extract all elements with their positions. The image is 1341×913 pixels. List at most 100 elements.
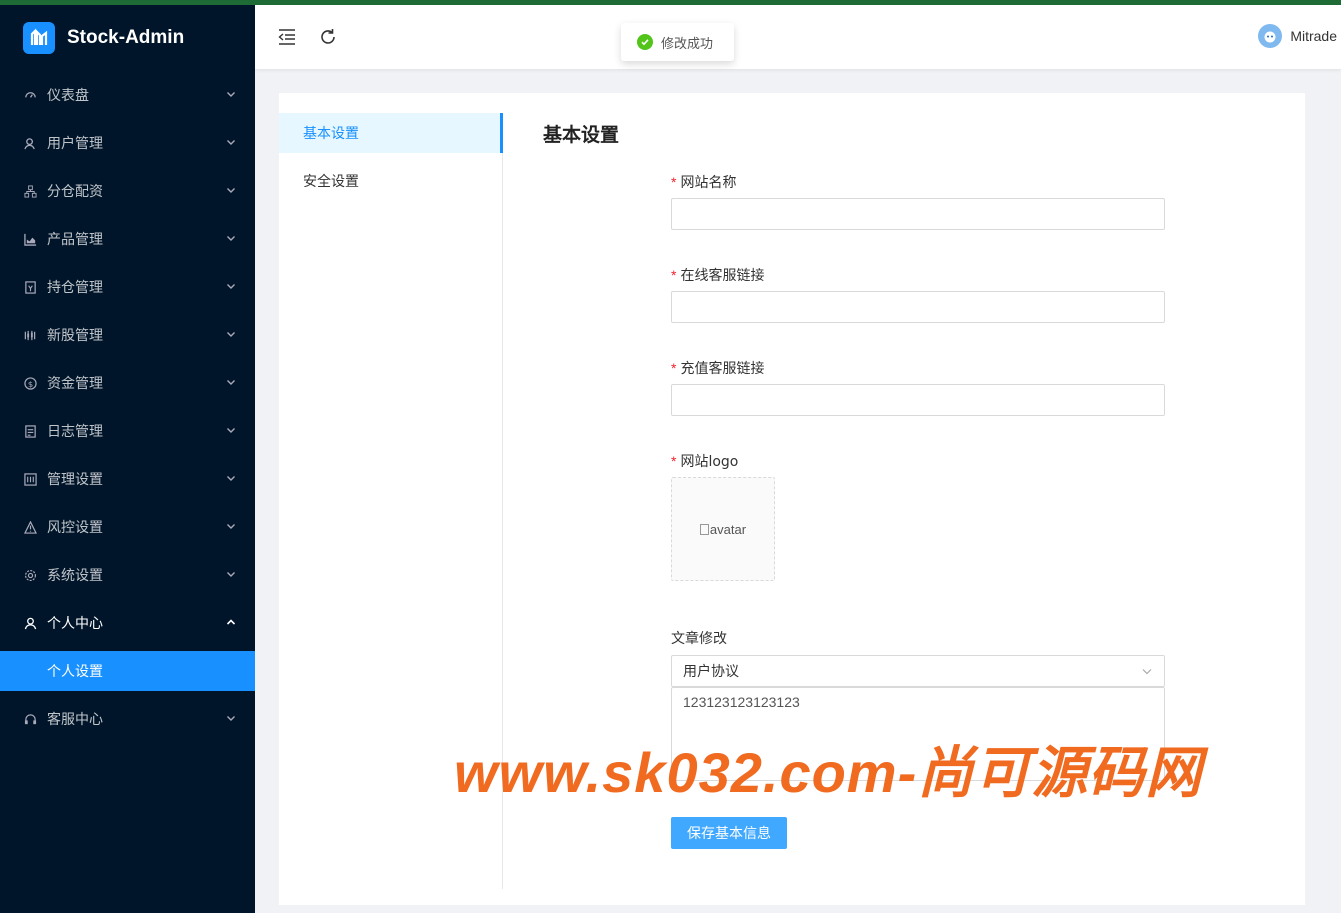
log-icon: [22, 423, 38, 439]
svg-text:$: $: [27, 378, 32, 388]
menu-fold-button[interactable]: [275, 25, 299, 49]
sidebar-item-label: 风控设置: [47, 520, 103, 536]
sidebar-item-label: 用户管理: [47, 136, 103, 152]
refresh-button[interactable]: [316, 25, 340, 49]
app-logo[interactable]: Stock-Admin: [0, 5, 255, 71]
chevron-down-icon: [227, 524, 235, 529]
sidebar: Stock-Admin 仪表盘 用户管理 分仓配资 产品管理 持仓管理 新股管理…: [0, 5, 255, 913]
logo-upload[interactable]: avatar: [671, 477, 775, 581]
sidebar-item-label: 个人中心: [47, 616, 103, 632]
chevron-down-icon: [227, 92, 235, 97]
user-icon: [22, 615, 38, 631]
sidebar-item-label: 分仓配资: [47, 184, 103, 200]
article-label: 文章修改: [671, 631, 727, 647]
refresh-icon: [321, 29, 335, 44]
user-manage-icon: [22, 135, 38, 151]
headset-icon: [22, 711, 38, 727]
sidebar-item-personal-center[interactable]: 个人中心: [0, 599, 255, 647]
top-accent-bar: [0, 0, 1341, 5]
check-circle-icon: [637, 34, 653, 50]
watermark: www.sk032.com-尚可源码网: [454, 741, 1203, 804]
required-mark: *: [671, 360, 677, 376]
online-service-label-text: 在线客服链接: [680, 268, 765, 284]
required-mark: *: [671, 453, 677, 469]
sidebar-item-system-settings[interactable]: 系统设置: [0, 551, 255, 599]
chevron-down-icon: [227, 284, 235, 289]
sidebar-item-label: 产品管理: [47, 232, 103, 248]
recharge-service-link-input[interactable]: [671, 384, 1165, 416]
subnav-basic-settings[interactable]: 基本设置: [279, 113, 503, 153]
logo-label-text: 网站logo: [680, 454, 739, 470]
site-name-label-text: 网站名称: [680, 175, 737, 191]
sidebar-item-label: 客服中心: [47, 712, 103, 728]
chevron-down-icon: [227, 188, 235, 193]
dollar-icon: $: [22, 375, 38, 391]
online-service-label: * 在线客服链接: [671, 265, 764, 285]
user-menu[interactable]: Mitrade: [1258, 24, 1337, 48]
sidebar-item-label: 持仓管理: [47, 280, 103, 296]
article-select-value: 用户协议: [683, 664, 739, 680]
toast-message: 修改成功: [661, 36, 714, 52]
chevron-down-icon: [227, 716, 235, 721]
sidebar-item-label: 资金管理: [47, 376, 103, 392]
sidebar-item-users[interactable]: 用户管理: [0, 119, 255, 167]
sidebar-item-new-stocks[interactable]: 新股管理: [0, 311, 255, 359]
logo-icon: [23, 22, 55, 54]
chevron-down-icon: [227, 236, 235, 241]
recharge-service-label: * 充值客服链接: [671, 358, 764, 378]
logo-alt-text: avatar: [709, 521, 747, 537]
logo-label: * 网站logo: [671, 451, 738, 471]
chevron-up-icon: [226, 619, 236, 625]
chevron-down-icon: [227, 476, 235, 481]
sidebar-item-label: 系统设置: [47, 568, 103, 584]
chevron-down-icon: [227, 380, 235, 385]
chevron-down-icon: [227, 332, 235, 337]
cluster-icon: [22, 183, 38, 199]
app-title: Stock-Admin: [67, 27, 185, 48]
recharge-service-label-text: 充值客服链接: [680, 361, 765, 377]
sidebar-item-label: 日志管理: [47, 424, 103, 440]
online-service-link-input[interactable]: [671, 291, 1165, 323]
sidebar-item-risk-control[interactable]: 风控设置: [0, 503, 255, 551]
sidebar-item-positions[interactable]: 持仓管理: [0, 263, 255, 311]
required-mark: *: [671, 267, 677, 283]
save-basic-info-button[interactable]: 保存基本信息: [671, 817, 787, 849]
admin-settings-icon: [22, 471, 38, 487]
top-header: Mitrade: [255, 5, 1341, 69]
position-icon: [22, 279, 38, 295]
sidebar-item-label: 仪表盘: [47, 88, 89, 104]
sidebar-item-allocation[interactable]: 分仓配资: [0, 167, 255, 215]
sidebar-item-dashboard[interactable]: 仪表盘: [0, 71, 255, 119]
avatar: [1258, 24, 1283, 48]
article-select[interactable]: 用户协议: [671, 655, 1165, 687]
page-title: 基本设置: [543, 124, 620, 146]
dashboard-icon: [22, 87, 38, 103]
chevron-down-icon: [227, 428, 235, 433]
sidebar-item-label: 管理设置: [47, 472, 103, 488]
logo-image-placeholder: avatar: [699, 521, 747, 537]
sidebar-item-logs[interactable]: 日志管理: [0, 407, 255, 455]
new-stock-icon: [22, 327, 38, 343]
chevron-down-icon: [1142, 669, 1152, 675]
menu-fold-icon: [278, 29, 295, 45]
subnav-security-settings[interactable]: 安全设置: [279, 161, 502, 201]
success-toast: 修改成功: [621, 23, 734, 61]
sidebar-item-customer-service[interactable]: 客服中心: [0, 695, 255, 743]
broken-image-icon: [699, 523, 709, 535]
sidebar-subitem-personal-settings[interactable]: 个人设置: [0, 651, 255, 691]
required-mark: *: [671, 174, 677, 190]
sidebar-menu: 仪表盘 用户管理 分仓配资 产品管理 持仓管理 新股管理 $ 资金管理 日志管理…: [0, 71, 255, 743]
sidebar-item-admin-settings[interactable]: 管理设置: [0, 455, 255, 503]
chevron-down-icon: [227, 140, 235, 145]
area-chart-icon: [22, 231, 38, 247]
chevron-down-icon: [227, 572, 235, 577]
sidebar-item-funds[interactable]: $ 资金管理: [0, 359, 255, 407]
sidebar-item-products[interactable]: 产品管理: [0, 215, 255, 263]
sidebar-subitem-label: 个人设置: [47, 664, 103, 680]
gear-icon: [22, 567, 38, 583]
site-name-label: * 网站名称: [671, 172, 736, 192]
username: Mitrade: [1290, 28, 1337, 44]
warning-icon: [22, 519, 38, 535]
sidebar-item-label: 新股管理: [47, 328, 103, 344]
site-name-input[interactable]: [671, 198, 1165, 230]
